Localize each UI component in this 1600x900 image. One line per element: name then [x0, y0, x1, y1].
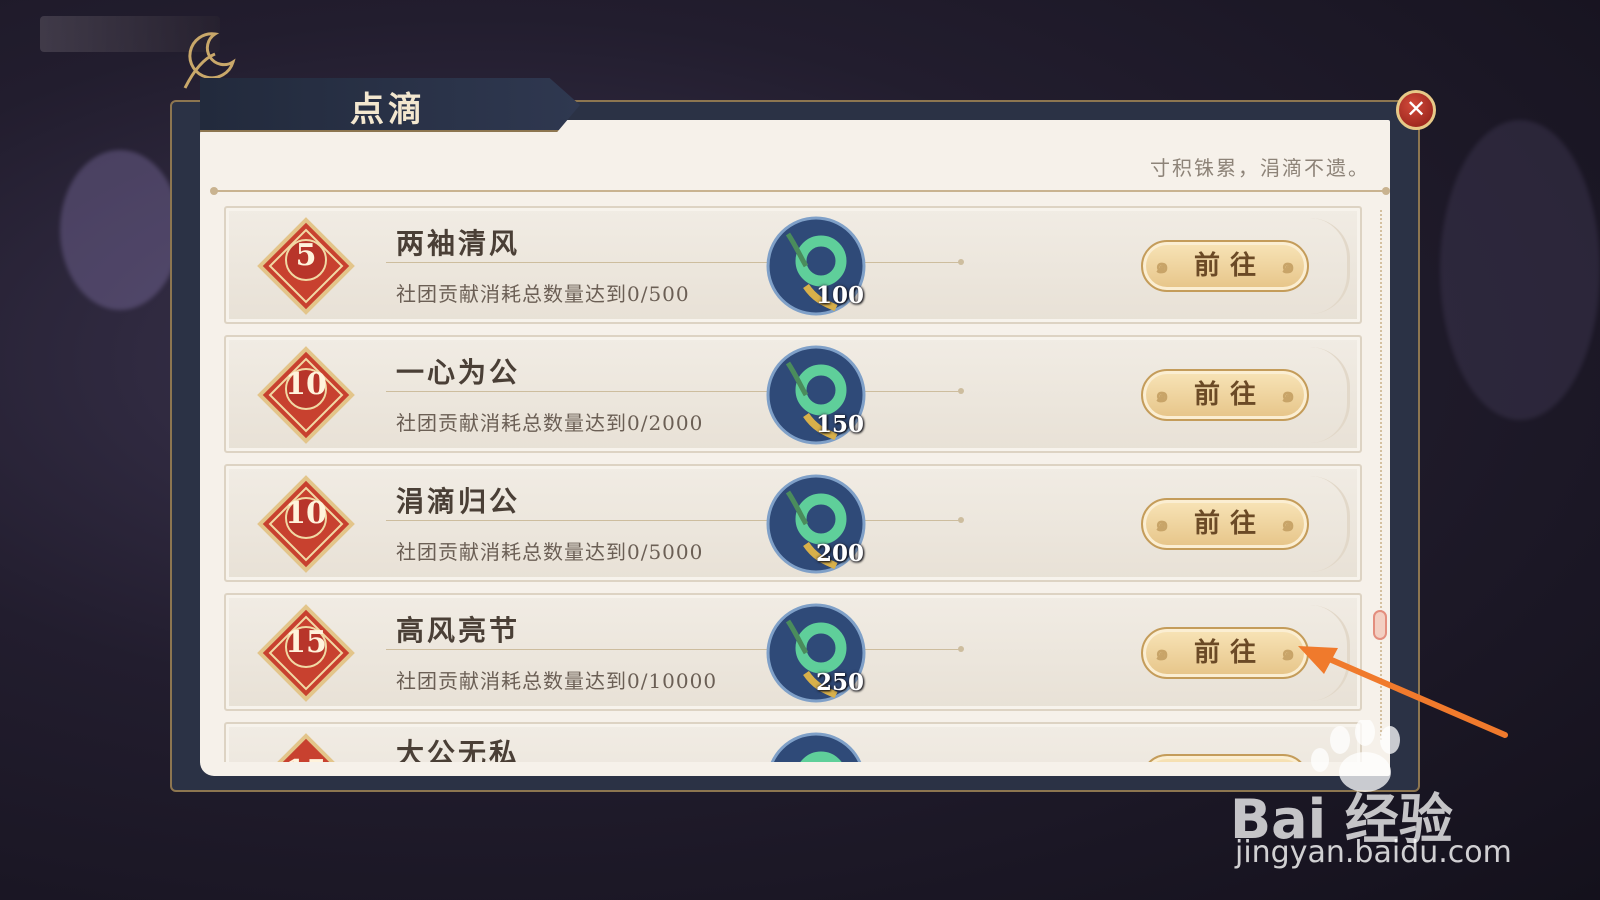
row-divider	[386, 646, 964, 652]
swirl-left-icon: ๑	[1155, 640, 1169, 666]
badge-value: 15	[256, 754, 356, 762]
swirl-right-icon: ๑	[1281, 382, 1295, 408]
dialog-title: 点滴	[350, 90, 426, 130]
task-title: 两袖清风	[396, 227, 521, 260]
task-row-clip: 15 大公无私	[224, 722, 1362, 762]
task-title: 大公无私	[396, 737, 521, 762]
badge-value: 10	[285, 496, 327, 531]
swirl-left-icon: ๑	[1155, 511, 1169, 537]
swirl-right-icon: ๑	[1281, 253, 1295, 279]
background-glow	[1440, 120, 1600, 420]
row-divider	[386, 259, 964, 265]
watermark-url: jingyan.baidu.com	[1235, 835, 1512, 870]
task-row: 10 一心为公 社团贡献消耗总数量达到0/2000 150 ๑ 前往 ๑	[224, 335, 1362, 453]
close-button[interactable]: ✕	[1396, 90, 1436, 130]
scrollbar-thumb[interactable]	[1373, 610, 1387, 640]
goto-button[interactable]: ๑ 前往 ๑	[1141, 627, 1309, 679]
task-row: 5 两袖清风 社团贡献消耗总数量达到0/500 100 ๑ 前往 ๑	[224, 206, 1362, 324]
row-ornament	[1307, 218, 1350, 314]
swirl-left-icon: ๑	[1155, 253, 1169, 279]
motto-text: 寸积铢累，涓滴不遗。	[1150, 156, 1370, 180]
badge-value: 10	[285, 367, 327, 402]
task-description: 社团贡献消耗总数量达到0/500	[396, 282, 690, 306]
reward-count: 100	[816, 282, 865, 309]
row-ornament	[1307, 347, 1350, 443]
task-row: 15 大公无私	[224, 722, 1362, 762]
task-row: 15 高风亮节 社团贡献消耗总数量达到0/10000 250 ๑ 前往 ๑	[224, 593, 1362, 711]
reward-count: 150	[816, 411, 865, 438]
badge-value: 15	[285, 625, 327, 660]
goto-button[interactable]: ๑ 前往 ๑	[1141, 498, 1309, 550]
task-description: 社团贡献消耗总数量达到0/5000	[396, 540, 704, 564]
goto-button-label: 前往	[1193, 638, 1266, 668]
divider	[210, 187, 1390, 195]
task-title: 一心为公	[396, 356, 521, 389]
task-description: 社团贡献消耗总数量达到0/2000	[396, 411, 704, 435]
task-row: 10 涓滴归公 社团贡献消耗总数量达到0/5000 200 ๑ 前往 ๑	[224, 464, 1362, 582]
task-description: 社团贡献消耗总数量达到0/10000	[396, 669, 718, 693]
task-title: 涓滴归公	[396, 485, 521, 518]
goto-button-label: 前往	[1193, 509, 1266, 539]
background-glow	[60, 150, 180, 310]
row-divider	[386, 388, 964, 394]
goto-button[interactable]: ๑ 前往 ๑	[1141, 240, 1309, 292]
task-title: 高风亮节	[396, 614, 521, 647]
badge-value: 5	[295, 238, 317, 273]
swirl-left-icon: ๑	[1155, 382, 1169, 408]
reward-count: 250	[816, 669, 865, 696]
row-ornament	[1307, 476, 1350, 572]
goto-button-label: 前往	[1193, 380, 1266, 410]
goto-button[interactable]: ๑ 前往 ๑	[1141, 369, 1309, 421]
swirl-right-icon: ๑	[1281, 511, 1295, 537]
jade-pendant-icon	[770, 732, 862, 762]
reward-count: 200	[816, 540, 865, 567]
row-divider	[386, 517, 964, 523]
goto-button-label: 前往	[1193, 251, 1266, 281]
